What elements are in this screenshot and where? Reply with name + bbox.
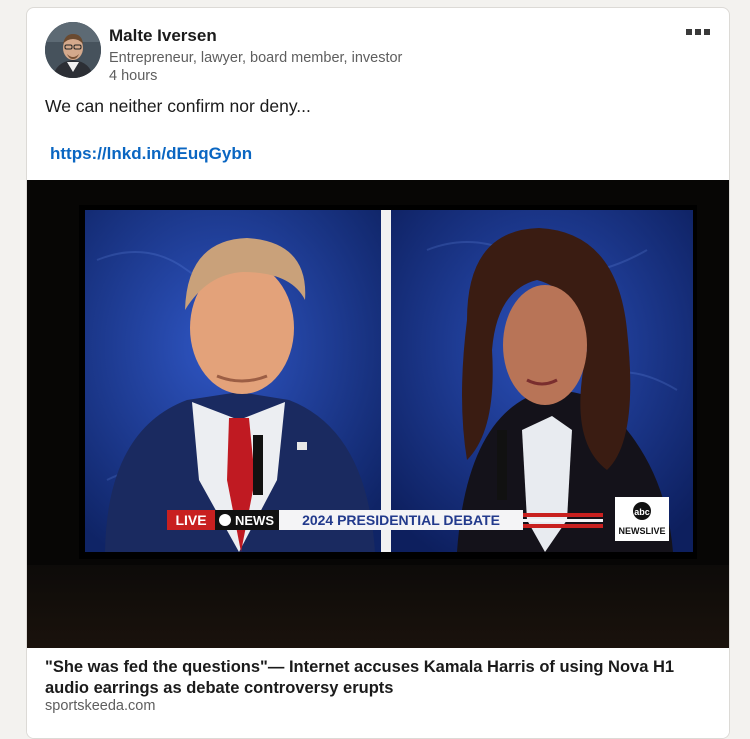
more-options-button[interactable]	[683, 22, 715, 46]
debate-screen-photo: LIVE NEWS 2024 PRESIDENTIAL DEBATE abc N…	[27, 180, 729, 648]
post-link[interactable]: https://lnkd.in/dEuqGybn	[50, 144, 252, 164]
article-title[interactable]: "She was fed the questions"— Internet ac…	[45, 657, 715, 699]
ticker-headline: 2024 PRESIDENTIAL DEBATE	[302, 512, 500, 528]
feed-post-card: Malte Iversen Entrepreneur, lawyer, boar…	[26, 7, 730, 739]
post-timestamp: 4 hours	[109, 68, 158, 84]
corner-logo-label: NEWSLIVE	[618, 526, 665, 536]
avatar-photo	[45, 22, 101, 78]
author-name[interactable]: Malte Iversen	[109, 26, 217, 46]
corner-logo-brand: abc	[634, 507, 650, 517]
author-avatar[interactable]	[45, 22, 101, 78]
article-source: sportskeeda.com	[45, 698, 156, 714]
author-headline: Entrepreneur, lawyer, board member, inve…	[109, 50, 403, 66]
link-preview[interactable]: "She was fed the questions"— Internet ac…	[27, 648, 729, 738]
ticker-live-label: LIVE	[175, 512, 206, 528]
article-image[interactable]: LIVE NEWS 2024 PRESIDENTIAL DEBATE abc N…	[27, 180, 729, 648]
post-header: Malte Iversen Entrepreneur, lawyer, boar…	[27, 8, 729, 98]
ticker-network-label: NEWS	[235, 513, 274, 528]
post-text: We can neither confirm nor deny...	[45, 96, 311, 116]
ellipsis-icon	[686, 29, 710, 35]
